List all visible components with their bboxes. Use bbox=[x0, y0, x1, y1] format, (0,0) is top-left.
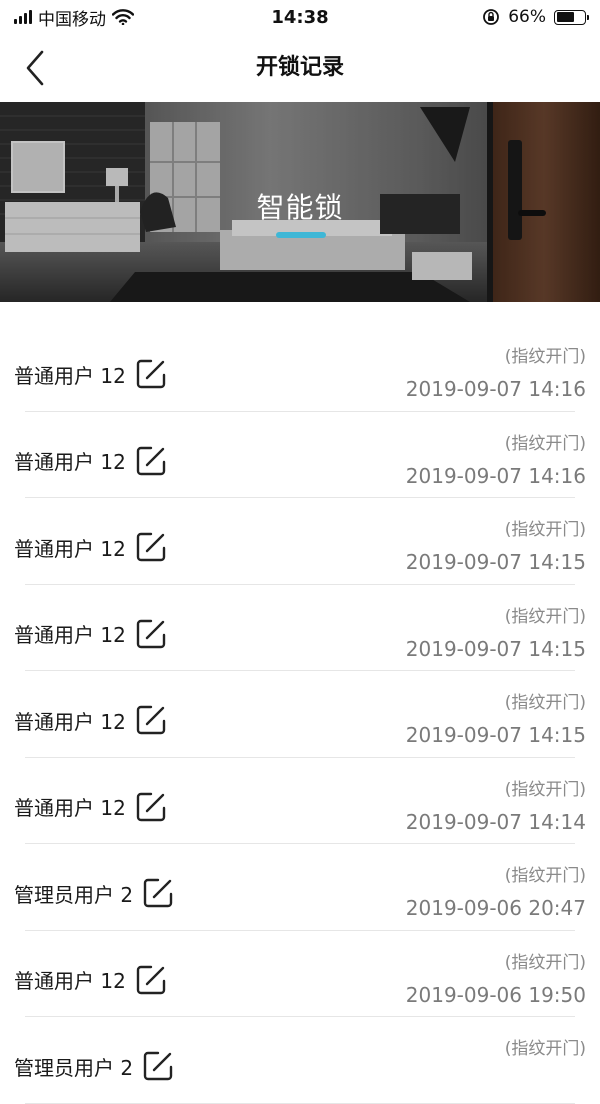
battery-percent: 66% bbox=[508, 7, 546, 27]
edit-icon[interactable] bbox=[141, 1049, 175, 1083]
record-timestamp: 2019-09-07 14:16 bbox=[405, 377, 586, 401]
clock: 14:38 bbox=[271, 6, 329, 28]
page-title: 开锁记录 bbox=[255, 55, 344, 80]
carrier-label: 中国移动 bbox=[38, 9, 106, 30]
orientation-lock-icon bbox=[483, 9, 500, 25]
nav-bar: 开锁记录 bbox=[0, 34, 600, 102]
edit-icon[interactable] bbox=[134, 703, 168, 737]
record-user-name: 管理员用户 2 bbox=[14, 882, 134, 907]
record-user-name: 普通用户 12 bbox=[14, 709, 126, 734]
status-bar: 中国移动 14:38 66% bbox=[0, 0, 600, 34]
record-user: 普通用户 12 bbox=[14, 617, 168, 651]
record-timestamp: 2019-09-07 14:15 bbox=[405, 723, 586, 747]
edit-icon[interactable] bbox=[134, 530, 168, 564]
status-left: 中国移动 bbox=[14, 5, 134, 30]
record-user-name: 普通用户 12 bbox=[14, 969, 126, 993]
record-unlock-method: (指纹开门) bbox=[504, 693, 586, 713]
unlock-record-row: 普通用户 12 (指纹开门) 2019-09-06 19:50 bbox=[0, 931, 600, 1017]
unlock-record-row: 普通用户 12 (指纹开门) 2019-09-07 14:16 bbox=[0, 412, 600, 498]
banner-title-underline bbox=[276, 232, 326, 238]
unlock-record-row: 普通用户 12 (指纹开门) 2019-09-07 14:15 bbox=[0, 498, 600, 585]
record-timestamp: 2019-09-07 14:14 bbox=[405, 809, 586, 834]
record-unlock-method: (指纹开门) bbox=[504, 779, 586, 800]
record-user-name: 普通用户 12 bbox=[14, 536, 126, 561]
record-user-name: 普通用户 12 bbox=[14, 623, 126, 647]
record-unlock-method: (指纹开门) bbox=[504, 1039, 586, 1059]
battery-fill bbox=[556, 12, 575, 22]
edit-icon[interactable] bbox=[134, 357, 168, 391]
record-timestamp: 2019-09-07 14:15 bbox=[405, 636, 586, 661]
unlock-record-row: 普通用户 12 (指纹开门) 2019-09-07 14:14 bbox=[0, 758, 600, 844]
record-unlock-method: (指纹开门) bbox=[504, 866, 586, 886]
battery-icon bbox=[554, 9, 589, 25]
row-divider bbox=[25, 1102, 575, 1104]
record-unlock-method: (指纹开门) bbox=[504, 347, 586, 367]
record-timestamp: 2019-09-07 14:15 bbox=[405, 550, 586, 574]
record-user-name: 普通用户 12 bbox=[14, 363, 126, 388]
record-timestamp: 2019-09-06 20:47 bbox=[405, 896, 586, 920]
record-unlock-method: (指纹开门) bbox=[504, 952, 586, 973]
unlock-record-row: 普通用户 12 (指纹开门) 2019-09-07 14:15 bbox=[0, 671, 600, 758]
unlock-record-row: 管理员用户 2 (指纹开门) 2019-09-06 20:47 bbox=[0, 844, 600, 931]
signal-icon bbox=[14, 10, 32, 24]
unlock-record-row: 普通用户 12 (指纹开门) 2019-09-07 14:16 bbox=[0, 325, 600, 412]
record-user-name: 普通用户 12 bbox=[14, 450, 126, 474]
record-user: 普通用户 12 bbox=[14, 963, 168, 997]
banner-title: 智能锁 bbox=[256, 191, 344, 224]
record-timestamp: 2019-09-07 14:16 bbox=[405, 463, 586, 488]
record-user: 普通用户 12 bbox=[14, 357, 168, 391]
unlock-record-row: 普通用户 12 (指纹开门) 2019-09-07 14:15 bbox=[0, 585, 600, 671]
edit-icon[interactable] bbox=[134, 444, 168, 478]
unlock-record-row: 管理员用户 2 (指纹开门) bbox=[0, 1017, 600, 1104]
record-user: 普通用户 12 bbox=[14, 790, 168, 824]
edit-icon[interactable] bbox=[141, 876, 175, 910]
record-unlock-method: (指纹开门) bbox=[504, 520, 586, 540]
record-user-name: 管理员用户 2 bbox=[14, 1055, 134, 1080]
banner: 智能锁 bbox=[0, 102, 600, 302]
record-user: 普通用户 12 bbox=[14, 444, 168, 478]
record-user-name: 普通用户 12 bbox=[14, 796, 126, 820]
record-unlock-method: (指纹开门) bbox=[504, 606, 586, 627]
record-user: 管理员用户 2 bbox=[14, 876, 175, 910]
edit-icon[interactable] bbox=[134, 963, 168, 997]
record-user: 管理员用户 2 bbox=[14, 1049, 175, 1083]
record-unlock-method: (指纹开门) bbox=[504, 433, 586, 454]
record-user: 普通用户 12 bbox=[14, 530, 168, 564]
record-user: 普通用户 12 bbox=[14, 703, 168, 737]
edit-icon[interactable] bbox=[134, 790, 168, 824]
status-right: 66% bbox=[482, 7, 589, 27]
edit-icon[interactable] bbox=[134, 617, 168, 651]
unlock-record-list: 普通用户 12 (指纹开门) 2019-09-07 14:16 普通用户 12 … bbox=[0, 325, 600, 1104]
record-timestamp: 2019-09-06 19:50 bbox=[405, 982, 586, 1007]
wifi-icon bbox=[112, 9, 134, 25]
